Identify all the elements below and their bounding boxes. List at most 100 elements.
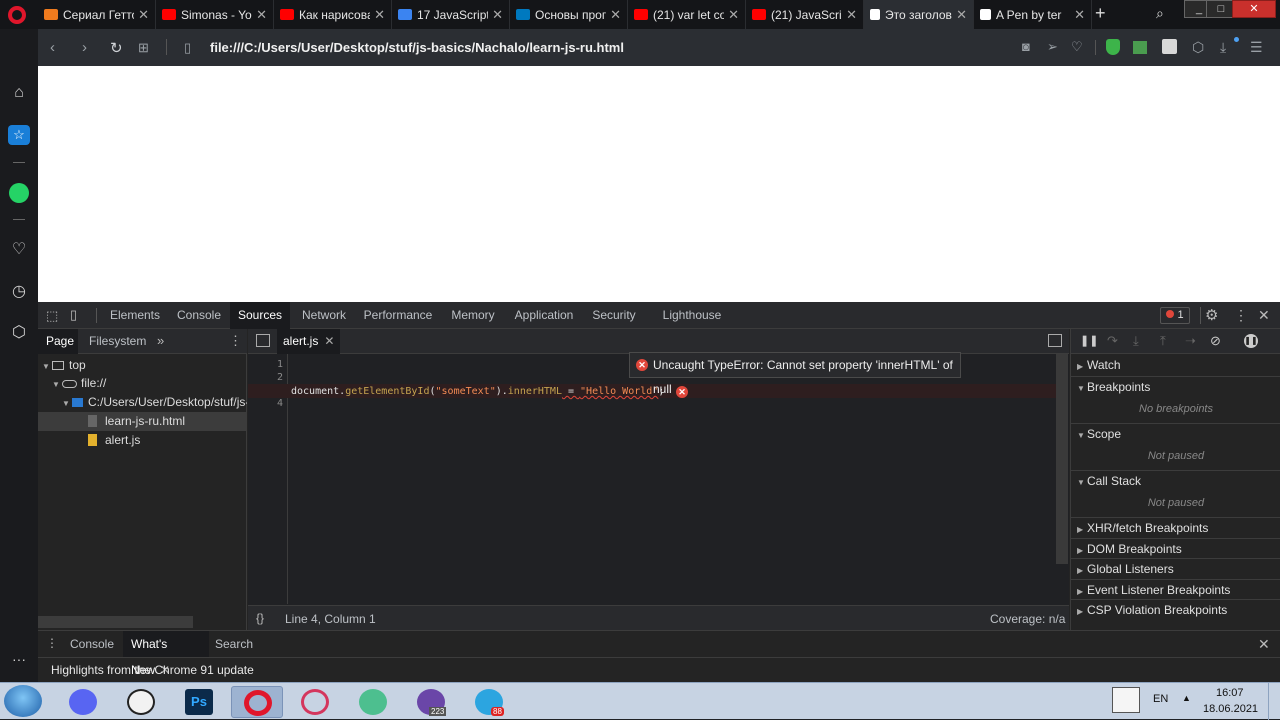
section-scope[interactable]: ▼ Scope xyxy=(1071,423,1280,443)
taskbar-app-kristal[interactable] xyxy=(115,686,167,718)
line-number[interactable]: 1 xyxy=(263,359,283,370)
taskbar-app-opera-active[interactable] xyxy=(231,686,283,718)
shield-icon[interactable] xyxy=(1106,39,1120,55)
expand-triangle-icon[interactable]: ▶ xyxy=(1077,561,1087,581)
url-field[interactable]: file:///C:/Users/User/Desktop/stuf/js-ba… xyxy=(210,29,624,66)
pen-input-icon[interactable] xyxy=(1112,687,1140,713)
line-number[interactable]: 2 xyxy=(263,372,283,383)
tab-performance[interactable]: Performance xyxy=(360,302,436,329)
close-icon[interactable]: ✕ xyxy=(956,7,967,23)
close-icon[interactable]: ✕ xyxy=(728,7,739,23)
error-count-badge[interactable]: 1 xyxy=(1160,307,1190,324)
step-icon[interactable]: ➝ xyxy=(1185,333,1196,349)
step-into-icon[interactable]: ⤓ xyxy=(1133,333,1139,349)
heart-icon[interactable]: ♡ xyxy=(9,239,29,259)
menu-icon[interactable]: ☰ xyxy=(1250,39,1263,56)
taskbar-app-telegram[interactable]: 88 xyxy=(463,686,515,718)
expand-triangle-icon[interactable]: ▼ xyxy=(42,357,52,376)
close-icon[interactable]: ✕ xyxy=(492,7,503,23)
speed-dial-grid-icon[interactable]: ⊞ xyxy=(138,40,149,56)
tab-page[interactable]: Page xyxy=(38,329,78,354)
expand-triangle-icon[interactable]: ▶ xyxy=(1077,602,1087,622)
expand-triangle-icon[interactable]: ▶ xyxy=(1077,520,1087,540)
vertical-scrollbar[interactable] xyxy=(1056,354,1068,564)
taskbar-app-opera-gx[interactable] xyxy=(289,686,341,718)
tab-filesystem[interactable]: Filesystem xyxy=(89,329,149,354)
close-icon[interactable]: ✕ xyxy=(138,7,149,23)
start-button-icon[interactable] xyxy=(4,685,42,717)
close-icon[interactable]: ✕ xyxy=(374,7,385,23)
close-window-button[interactable]: ✕ xyxy=(1232,0,1276,18)
browser-tab-8-active[interactable]: Это заголово ✕ xyxy=(864,0,974,29)
section-dom-breakpoints[interactable]: ▶ DOM Breakpoints xyxy=(1071,538,1280,558)
device-toggle-icon[interactable]: ▯ xyxy=(70,307,77,323)
browser-tab-3[interactable]: Как нарисова ✕ xyxy=(274,0,392,29)
navigator-menu-icon[interactable]: ⋮ xyxy=(229,333,242,349)
tree-item-origin[interactable]: ▼ file:// xyxy=(52,374,247,393)
tray-expand-icon[interactable]: ▲ xyxy=(1182,693,1191,703)
tree-item-file-js[interactable]: alert.js xyxy=(88,431,247,450)
taskbar-app-atom[interactable] xyxy=(347,686,399,718)
section-breakpoints[interactable]: ▼ Breakpoints xyxy=(1071,376,1280,396)
section-watch[interactable]: ▶ Watch xyxy=(1071,355,1280,375)
browser-tab-7[interactable]: (21) JavaScrip ✕ xyxy=(746,0,864,29)
forward-icon[interactable]: › xyxy=(82,39,87,56)
pretty-print-icon[interactable]: {} xyxy=(256,611,264,625)
browser-tab-4[interactable]: 17 JavaScript ✕ xyxy=(392,0,510,29)
step-out-icon[interactable]: ⤒ xyxy=(1160,333,1166,349)
home-icon[interactable]: ⌂ xyxy=(9,84,29,104)
tab-sources[interactable]: Sources xyxy=(230,302,290,329)
whatsapp-icon[interactable] xyxy=(9,183,29,203)
expand-triangle-icon[interactable]: ▼ xyxy=(62,394,72,412)
tree-item-file-html[interactable]: learn-js-ru.html xyxy=(38,412,247,431)
tab-console[interactable]: Console xyxy=(170,302,228,329)
clock-date[interactable]: 18.06.2021 xyxy=(1203,703,1258,715)
toggle-debugger-icon[interactable] xyxy=(1048,334,1062,347)
section-event-listener-breakpoints[interactable]: ▶ Event Listener Breakpoints xyxy=(1071,579,1280,599)
search-icon[interactable]: ⌕ xyxy=(1156,5,1164,22)
pause-icon[interactable]: ❚❚ xyxy=(1080,334,1098,347)
tab-application[interactable]: Application xyxy=(508,302,580,329)
close-icon[interactable]: ✕ xyxy=(846,7,857,23)
tab-security[interactable]: Security xyxy=(586,302,642,329)
clock-time[interactable]: 16:07 xyxy=(1216,687,1244,699)
opera-logo-icon[interactable] xyxy=(8,6,26,24)
download-icon[interactable]: ⤓ xyxy=(1220,39,1226,56)
inspect-element-icon[interactable]: ⬚ xyxy=(46,308,58,324)
toggle-navigator-icon[interactable] xyxy=(256,334,270,347)
step-over-icon[interactable]: ↷ xyxy=(1107,333,1118,349)
taskbar-app-discord[interactable] xyxy=(57,686,109,718)
tab-elements[interactable]: Elements xyxy=(104,302,166,329)
back-icon[interactable]: ‹ xyxy=(50,39,55,56)
drawer-tab-whats-new[interactable]: What's New ✕ xyxy=(123,631,209,677)
close-icon[interactable]: ✕ xyxy=(610,7,621,23)
close-icon[interactable]: ✕ xyxy=(1074,7,1085,23)
more-options-icon[interactable]: ⋮ xyxy=(1234,307,1248,324)
section-global-listeners[interactable]: ▶ Global Listeners xyxy=(1071,558,1280,578)
close-devtools-icon[interactable]: ✕ xyxy=(1258,307,1270,324)
drawer-tab-console[interactable]: Console xyxy=(64,631,120,657)
code-line-3[interactable]: document.getElementById("someText").inne… xyxy=(291,385,664,398)
deactivate-breakpoints-icon[interactable]: ⊘ xyxy=(1210,333,1221,349)
tab-memory[interactable]: Memory xyxy=(444,302,502,329)
tab-lighthouse[interactable]: Lighthouse xyxy=(656,302,728,329)
close-icon[interactable]: ✕ xyxy=(324,334,334,348)
close-icon[interactable]: ✕ xyxy=(256,7,267,23)
expand-triangle-icon[interactable]: ▶ xyxy=(1077,357,1087,377)
language-indicator[interactable]: EN xyxy=(1153,693,1168,705)
section-call-stack[interactable]: ▼ Call Stack xyxy=(1071,470,1280,490)
send-icon[interactable]: ➢ xyxy=(1047,39,1058,55)
line-number[interactable]: 4 xyxy=(263,398,283,409)
browser-tab-6[interactable]: (21) var let co ✕ xyxy=(628,0,746,29)
pause-on-exceptions-icon[interactable]: ❚❚ xyxy=(1244,334,1258,348)
drawer-tab-search[interactable]: Search xyxy=(214,631,254,657)
browser-tab-1[interactable]: Сериал Гетто ✕ xyxy=(38,0,156,29)
cube-icon[interactable]: ⬡ xyxy=(1192,39,1204,56)
show-desktop-button[interactable] xyxy=(1268,683,1280,720)
workspace-icon[interactable]: ☆ xyxy=(8,125,30,145)
more-tabs-chevron-icon[interactable]: » xyxy=(157,333,164,348)
history-clock-icon[interactable]: ◷ xyxy=(9,281,29,301)
tab-network[interactable]: Network xyxy=(294,302,354,329)
section-xhr-breakpoints[interactable]: ▶ XHR/fetch Breakpoints xyxy=(1071,517,1280,537)
reload-icon[interactable]: ↻ xyxy=(110,39,123,57)
